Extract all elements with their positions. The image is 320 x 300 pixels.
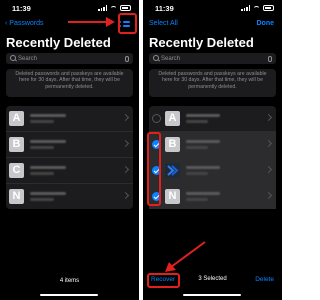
chevron-right-icon [121,165,130,174]
chevron-logo-icon [167,165,179,176]
deleted-list: A B N [149,106,276,209]
microphone-icon[interactable] [124,55,129,62]
app-logo-icon [165,163,180,178]
select-all-button[interactable]: Select All [149,20,178,27]
blurred-title [30,140,66,143]
blurred-title [186,166,220,169]
list-item[interactable]: N [149,184,276,209]
list-item[interactable] [149,158,276,184]
blurred-title [30,192,66,195]
list-item[interactable]: N [6,184,133,209]
chevron-right-icon [264,191,273,200]
list-item[interactable]: A [149,106,276,132]
info-banner: Deleted passwords and passkeys are avail… [6,69,133,97]
status-icons [98,5,131,11]
home-indicator [40,293,98,296]
search-icon [153,55,159,61]
wifi-icon [253,5,260,11]
avatar: C [9,163,24,178]
item-count: 4 items [59,278,80,284]
status-time: 11:39 [12,4,31,13]
microphone-icon[interactable] [267,55,272,62]
status-icons [241,5,274,11]
nav-bar: Select All Done [143,18,282,32]
blurred-subtitle [186,172,208,175]
left-screen: 11:39 ‹ Passwords Recently Deleted Searc… [0,0,139,300]
annotation-box [147,132,161,206]
footer: 4 items [0,278,139,284]
signal-icon [241,5,250,11]
annotation-arrow-icon [165,241,206,272]
status-time: 11:39 [155,4,174,13]
avatar: N [9,189,24,204]
avatar: N [165,189,180,204]
blurred-subtitle [30,198,54,201]
page-title: Recently Deleted [149,35,254,50]
search-field[interactable]: Search [149,53,276,64]
chevron-right-icon [121,113,130,122]
back-label: Passwords [9,20,44,27]
annotation-arrow-icon [68,17,115,27]
chevron-right-icon [264,139,273,148]
list-item[interactable]: A [6,106,133,132]
blurred-subtitle [186,146,208,149]
chevron-right-icon [121,191,130,200]
status-bar: 11:39 [143,4,282,14]
blurred-title [186,192,220,195]
blurred-title [30,114,66,117]
battery-icon [120,5,131,11]
avatar: A [9,111,24,126]
blurred-title [186,140,220,143]
status-bar: 11:39 [0,4,139,14]
search-placeholder: Search [161,55,181,62]
done-button[interactable]: Done [257,20,275,27]
search-placeholder: Search [18,55,38,62]
deleted-list: A B C N [6,106,133,209]
blurred-subtitle [30,120,54,123]
back-button[interactable]: ‹ Passwords [5,20,44,27]
annotation-box [118,13,137,34]
chevron-right-icon [264,165,273,174]
signal-icon [98,5,107,11]
search-field[interactable]: Search [6,53,133,64]
right-screen: 11:39 Select All Done Recently Deleted S… [143,0,282,300]
chevron-right-icon [121,139,130,148]
blurred-subtitle [30,146,54,149]
avatar: B [9,137,24,152]
home-indicator [183,293,241,296]
wifi-icon [110,5,117,11]
search-icon [10,55,16,61]
blurred-title [30,166,66,169]
delete-button[interactable]: Delete [255,276,274,283]
avatar: A [165,111,180,126]
list-item[interactable]: B [149,132,276,158]
blurred-subtitle [186,120,208,123]
blurred-subtitle [186,198,208,201]
blurred-title [186,114,220,117]
chevron-right-icon [264,113,273,122]
page-title: Recently Deleted [6,35,111,50]
annotation-box [147,273,180,288]
avatar: B [165,137,180,152]
battery-icon [263,5,274,11]
list-item[interactable]: C [6,158,133,184]
unchecked-circle-icon[interactable] [152,114,161,123]
info-banner: Deleted passwords and passkeys are avail… [149,69,276,97]
list-item[interactable]: B [6,132,133,158]
blurred-subtitle [30,172,54,175]
